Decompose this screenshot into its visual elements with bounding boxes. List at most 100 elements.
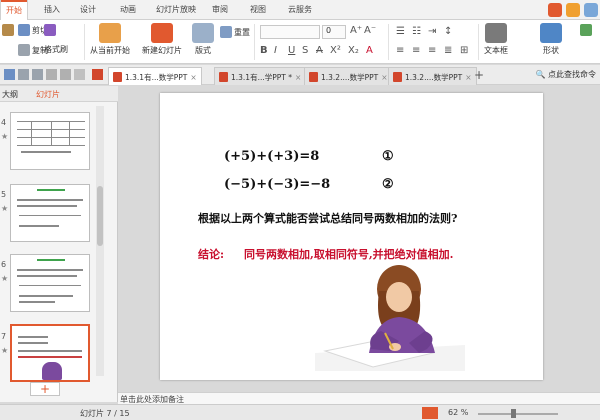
slide-canvas[interactable]: (+5)+(+3)=8 ① (−5)+(−3)=−8 ② 根据以上两个算式能否尝… xyxy=(160,93,543,380)
animation-star-icon: ★ xyxy=(1,274,9,283)
tab-design[interactable]: 设计 xyxy=(80,4,96,15)
strikethrough-icon[interactable]: A xyxy=(316,45,323,56)
play-from-current-icon xyxy=(99,23,121,43)
zoom-slider[interactable] xyxy=(478,413,558,415)
skin-icon[interactable] xyxy=(548,3,562,17)
align-left-icon[interactable]: ≡ xyxy=(396,45,404,56)
tab-slides[interactable]: 幻灯片 xyxy=(36,89,60,100)
copy-icon xyxy=(18,44,30,56)
equation-2: (−5)+(−3)=−8 xyxy=(224,177,331,192)
format-painter-label: 格式刷 xyxy=(44,45,68,54)
slide-thumbnail-5[interactable] xyxy=(10,184,90,242)
superscript-icon[interactable]: X² xyxy=(330,45,341,56)
command-search[interactable]: 🔍 点此查找命令 xyxy=(535,69,596,80)
tab-cloud[interactable]: 云服务 xyxy=(288,4,312,15)
close-tab-icon[interactable]: × xyxy=(190,73,196,82)
doc-tab-3[interactable]: 1.3.2....数学PPT × xyxy=(304,67,393,85)
scissors-icon xyxy=(18,24,30,36)
layout-label: 版式 xyxy=(195,46,211,55)
textbox-button[interactable]: 文本框 xyxy=(484,23,508,56)
slide-thumbnail-6[interactable] xyxy=(10,254,90,312)
undo-icon[interactable] xyxy=(46,69,57,80)
align-center-icon[interactable]: ≡ xyxy=(412,45,420,56)
doc-tab-2[interactable]: 1.3.1有...学PPT * × xyxy=(214,67,307,85)
shrink-font-icon[interactable]: A⁻ xyxy=(364,25,376,36)
paste-button[interactable] xyxy=(2,24,16,36)
help-icon[interactable] xyxy=(584,3,598,17)
doc-tab-4[interactable]: 1.3.2....数学PPT × xyxy=(388,67,477,85)
new-slide-button[interactable]: 新建幻灯片 xyxy=(142,23,182,56)
new-tab-icon[interactable]: + xyxy=(474,68,484,82)
thumb-number: 7 xyxy=(1,332,7,341)
print-icon[interactable] xyxy=(18,69,29,80)
slide-question: 根据以上两个算式能否尝试总结同号两数相加的法则? xyxy=(198,212,458,225)
textbox-label: 文本框 xyxy=(484,46,508,55)
zoom-slider-handle[interactable] xyxy=(511,409,516,418)
equation-2-number: ② xyxy=(382,177,394,192)
layout-icon xyxy=(192,23,214,43)
doc-tab-1[interactable]: 1.3.1有...数学PPT × xyxy=(108,67,202,85)
font-family-select[interactable] xyxy=(260,25,320,39)
layout-button[interactable]: 版式 xyxy=(192,23,214,56)
justify-icon[interactable]: ≣ xyxy=(444,45,452,56)
thumb-number: 6 xyxy=(1,260,7,269)
separator xyxy=(478,24,479,60)
tab-slideshow[interactable]: 幻灯片放映 xyxy=(156,4,196,15)
save-icon[interactable] xyxy=(4,69,15,80)
indent-icon[interactable]: ⇥ xyxy=(428,26,436,37)
from-current-button[interactable]: 从当前开始 xyxy=(90,23,130,56)
italic-icon[interactable]: I xyxy=(274,45,277,56)
conclusion-text: 同号两数相加,取相同符号,并把绝对值相加. xyxy=(244,248,454,261)
shape-button[interactable]: 形状 xyxy=(540,23,562,56)
slideshow-play-icon[interactable] xyxy=(422,407,438,419)
font-color-icon[interactable]: A xyxy=(366,45,373,56)
doc-tab-title: 1.3.2....数学PPT xyxy=(405,73,463,82)
reset-icon xyxy=(220,26,232,38)
add-slide-button[interactable]: + xyxy=(30,382,60,396)
bulb-icon[interactable] xyxy=(566,3,580,17)
picture-button[interactable] xyxy=(580,24,594,36)
format-painter-button[interactable]: 格式刷 xyxy=(44,44,68,55)
zoom-level[interactable]: 62 % xyxy=(448,408,468,417)
grow-font-icon[interactable]: A⁺ xyxy=(350,25,362,36)
equation-1: (+5)+(+3)=8 xyxy=(224,149,320,164)
preview-icon[interactable] xyxy=(32,69,43,80)
number-list-icon[interactable]: ☷ xyxy=(412,26,421,37)
underline-icon[interactable]: U xyxy=(288,45,295,56)
picture-icon xyxy=(580,24,592,36)
tab-insert[interactable]: 插入 xyxy=(44,4,60,15)
tab-view[interactable]: 视图 xyxy=(250,4,266,15)
tab-review[interactable]: 审阅 xyxy=(212,4,228,15)
format-painter-icon-button[interactable] xyxy=(44,24,58,36)
separator xyxy=(84,24,85,60)
slide-thumbnail-4[interactable] xyxy=(10,112,90,170)
reset-button[interactable]: 重置 xyxy=(220,26,250,38)
subscript-icon[interactable]: X₂ xyxy=(348,45,359,56)
ppt-file-icon xyxy=(393,72,402,82)
textbox-icon xyxy=(485,23,507,43)
slide-thumbnail-7[interactable] xyxy=(10,324,90,382)
tab-animation[interactable]: 动画 xyxy=(120,4,136,15)
tab-outline[interactable]: 大纲 xyxy=(2,89,18,100)
align-right-icon[interactable]: ≡ xyxy=(428,45,436,56)
shape-label: 形状 xyxy=(543,46,559,55)
panel-scrollbar[interactable] xyxy=(96,106,104,376)
text-direction-icon[interactable]: ⊞ xyxy=(460,45,468,56)
notes-pane[interactable]: 单击此处添加备注 xyxy=(118,392,600,404)
close-tab-icon[interactable]: × xyxy=(295,73,301,82)
close-tab-icon[interactable]: × xyxy=(465,73,471,82)
bullet-list-icon[interactable]: ☰ xyxy=(396,26,405,37)
tab-home[interactable]: 开始 xyxy=(0,0,28,20)
more-icon[interactable] xyxy=(74,69,85,80)
scrollbar-thumb[interactable] xyxy=(97,186,103,246)
line-spacing-icon[interactable]: ↕ xyxy=(444,26,452,37)
animation-star-icon: ★ xyxy=(1,346,9,355)
conclusion-label: 结论: xyxy=(198,248,225,261)
bold-icon[interactable]: B xyxy=(260,45,268,56)
redo-icon[interactable] xyxy=(60,69,71,80)
shape-icon xyxy=(540,23,562,43)
close-tab-icon[interactable]: × xyxy=(381,73,387,82)
font-size-select[interactable]: 0 xyxy=(322,25,346,39)
slide-panel: 大纲 幻灯片 4 ★ 5 ★ 6 ★ 7 ★ + xyxy=(0,86,118,402)
shadow-icon[interactable]: S xyxy=(302,45,308,56)
